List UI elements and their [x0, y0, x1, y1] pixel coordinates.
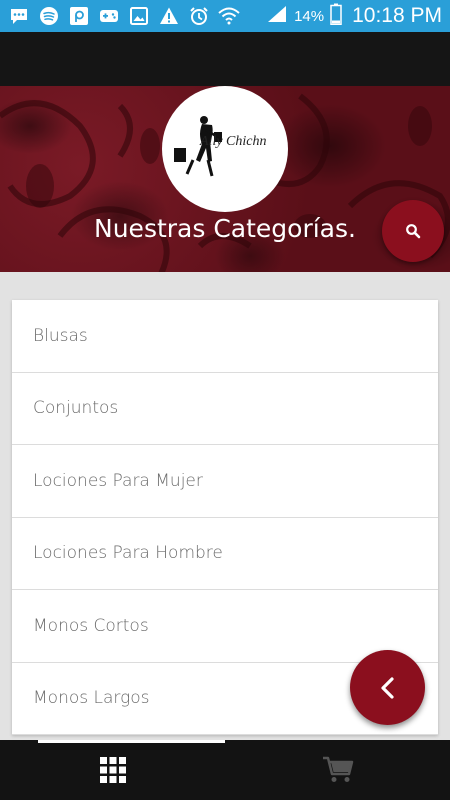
- list-item[interactable]: Lociones Para Hombre: [12, 518, 438, 590]
- app-icon: [68, 6, 90, 26]
- tab-categories[interactable]: [0, 740, 225, 800]
- chevron-left-icon: [380, 676, 394, 699]
- app-bar: [0, 32, 450, 86]
- screen: 14% 10:18 PM Ally Chichn Nuestras Catego…: [0, 0, 450, 800]
- warning-icon: [158, 6, 180, 26]
- list-item[interactable]: Lociones Para Mujer: [12, 445, 438, 518]
- wifi-icon: [218, 6, 240, 26]
- battery-icon: [330, 3, 342, 29]
- status-bar: 14% 10:18 PM: [0, 0, 450, 32]
- list-item[interactable]: Blusas: [12, 300, 438, 373]
- notification-icons: [8, 6, 240, 26]
- category-header: Ally Chichn Nuestras Categorías.: [0, 86, 450, 272]
- cart-icon: [322, 756, 353, 782]
- brand-logo: Ally Chichn: [162, 86, 288, 212]
- alarm-icon: [188, 6, 210, 26]
- chat-icon: [8, 6, 30, 26]
- battery-percent: 14%: [294, 7, 325, 25]
- spotify-icon: [38, 6, 60, 26]
- clock: 10:18 PM: [352, 4, 442, 27]
- bottom-nav: [0, 740, 450, 800]
- logo-text: Ally Chichn: [200, 134, 267, 149]
- system-status: 14% 10:18 PM: [266, 3, 442, 29]
- tab-cart[interactable]: [225, 740, 450, 800]
- search-button[interactable]: [382, 200, 444, 262]
- signal-icon: [266, 4, 288, 28]
- list-item[interactable]: Conjuntos: [12, 373, 438, 445]
- gamepad-icon: [98, 6, 120, 26]
- back-button[interactable]: [350, 650, 425, 725]
- search-icon: [406, 224, 421, 239]
- image-icon: [128, 6, 150, 26]
- grid-icon: [99, 757, 126, 783]
